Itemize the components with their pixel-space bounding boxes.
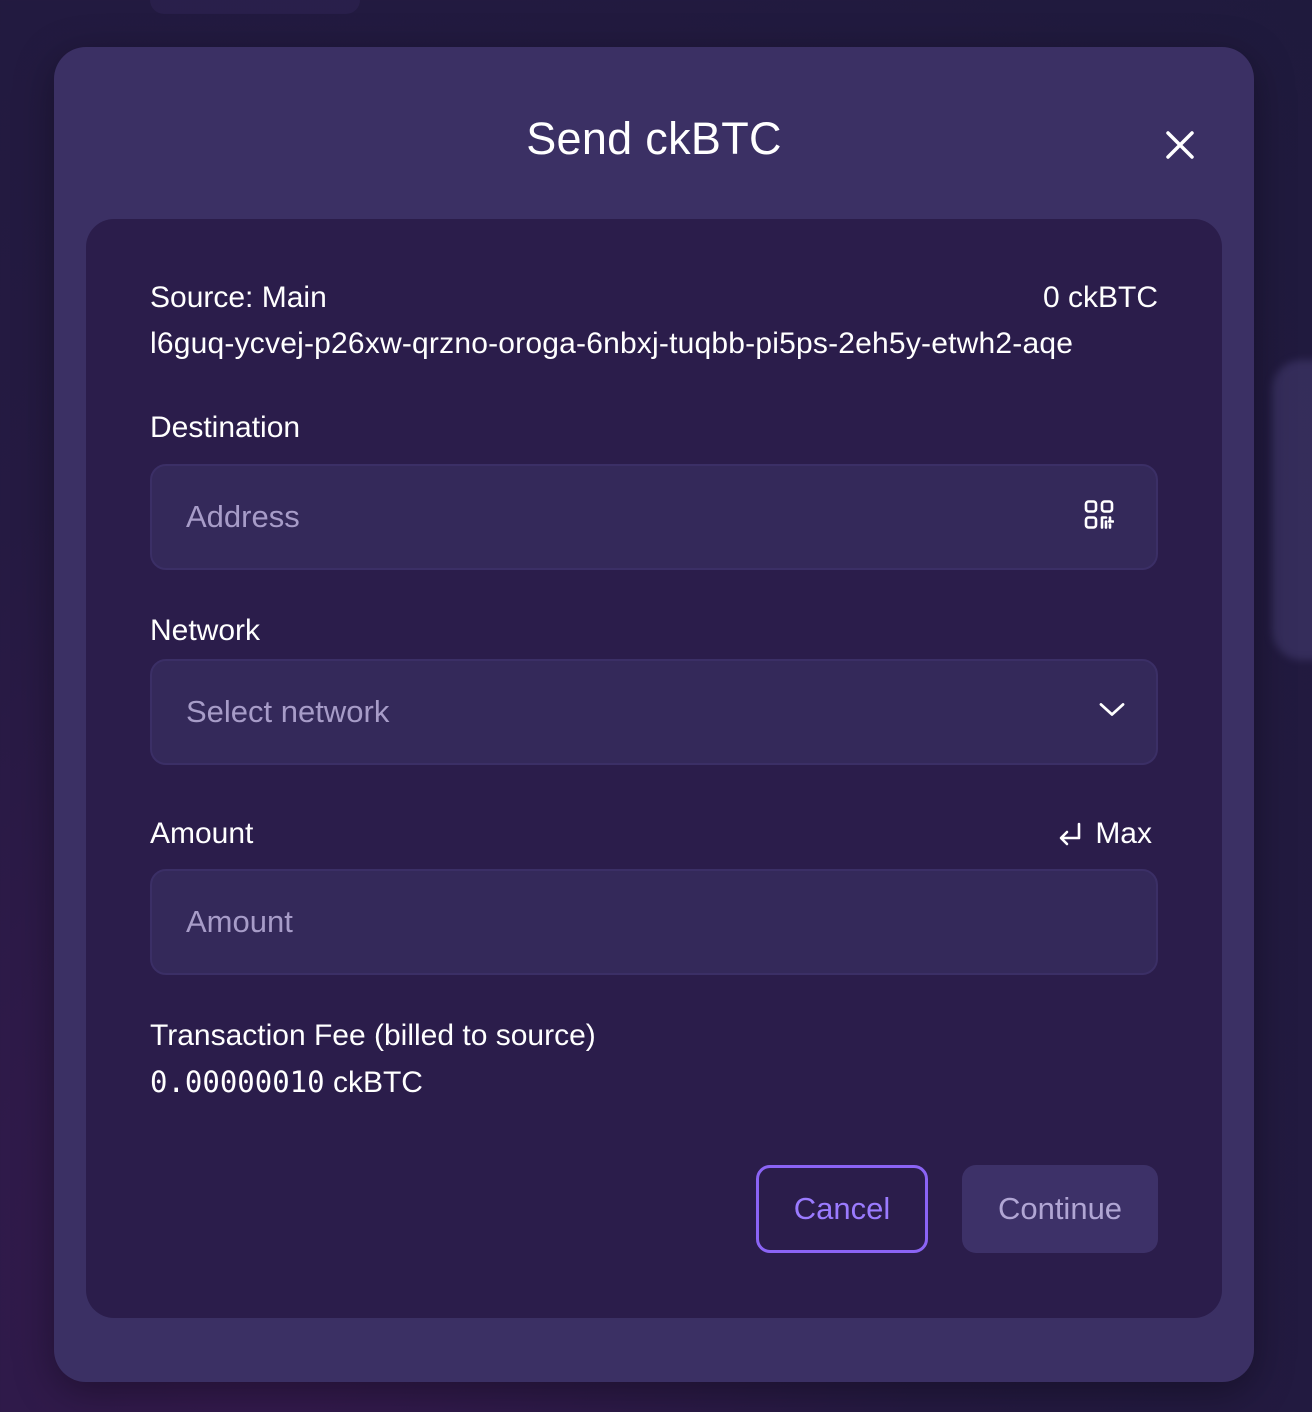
network-dropdown-toggle[interactable] [1098, 701, 1126, 724]
modal-title: Send ckBTC [526, 113, 782, 164]
source-address: l6guq-ycvej-p26xw-qrzno-oroga-6nbxj-tuqb… [150, 327, 1074, 360]
background-shape [150, 0, 360, 14]
background-card-edge [1272, 360, 1312, 660]
amount-input[interactable] [186, 871, 1046, 973]
send-modal: Send ckBTC Source: Main 0 ckBTC l6guq-yc… [54, 47, 1254, 1382]
qr-code-button[interactable] [1084, 500, 1115, 535]
close-button[interactable] [1162, 127, 1198, 163]
cancel-button[interactable]: Cancel [756, 1165, 928, 1253]
fee-value: 0.00000010 ckBTC [150, 1065, 423, 1100]
destination-field[interactable] [150, 464, 1158, 570]
modal-header: Send ckBTC [54, 47, 1254, 219]
fee-amount: 0.00000010 [150, 1065, 325, 1099]
max-button[interactable]: Max [1057, 817, 1152, 851]
continue-button[interactable]: Continue [962, 1165, 1158, 1253]
fee-label: Transaction Fee (billed to source) [150, 1019, 596, 1052]
source-balance: 0 ckBTC [1042, 281, 1158, 314]
qr-code-icon [1084, 500, 1115, 529]
destination-label: Destination [150, 411, 301, 444]
close-icon [1166, 131, 1194, 159]
return-arrow-icon [1060, 822, 1081, 846]
network-label: Network [150, 614, 261, 647]
max-label: Max [1095, 817, 1152, 850]
chevron-down-icon [1099, 703, 1125, 716]
form-panel: Source: Main 0 ckBTC l6guq-ycvej-p26xw-q… [86, 219, 1222, 1318]
source-label: Source: Main [150, 281, 327, 314]
fee-unit: ckBTC [332, 1066, 423, 1099]
network-select[interactable]: Select network [150, 659, 1158, 765]
source-row: Source: Main 0 ckBTC [150, 281, 1158, 315]
network-selected-value: Select network [186, 694, 390, 729]
address-input[interactable] [186, 466, 1046, 568]
amount-field[interactable] [150, 869, 1158, 975]
amount-label: Amount [150, 817, 254, 850]
